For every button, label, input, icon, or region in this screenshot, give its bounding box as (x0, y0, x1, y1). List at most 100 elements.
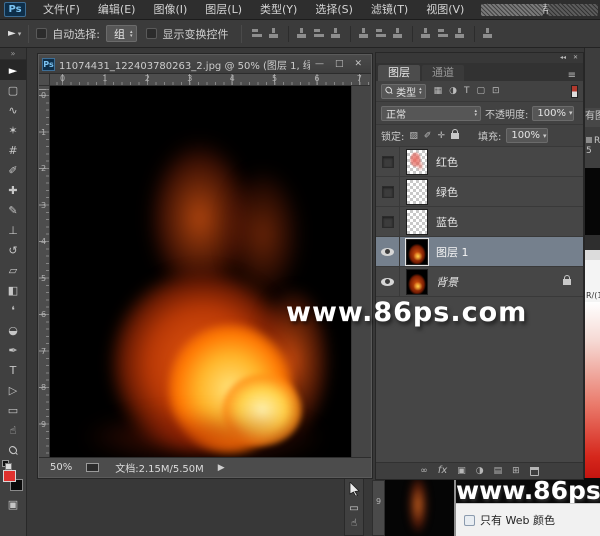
minimize-button[interactable]: — (310, 59, 329, 69)
distribute-bottom-edges-icon[interactable] (419, 27, 434, 40)
move-tool[interactable]: ► (0, 60, 26, 80)
layer-visibility-toggle[interactable] (376, 177, 400, 206)
lasso-tool[interactable]: ∿ (0, 100, 26, 120)
opacity-dropdown[interactable]: 100% ▾ (532, 106, 574, 121)
layer-thumbnail[interactable] (406, 149, 428, 175)
delete-layer-icon[interactable] (530, 467, 539, 476)
layer-thumbnail[interactable] (406, 269, 428, 295)
distribute-horizontal-centers-icon[interactable] (453, 27, 468, 40)
menu-item-layer[interactable]: 图层(L) (196, 0, 251, 20)
layer-row-blue[interactable]: 蓝色 (376, 207, 583, 237)
brush-tool[interactable]: ✎ (0, 200, 26, 220)
layer-name: 图层 1 (436, 244, 469, 260)
rectangular-marquee-tool[interactable]: ▢ (0, 80, 26, 100)
tab-layers[interactable]: 图层 (378, 65, 420, 81)
shape-tool[interactable]: ▭ (0, 400, 26, 420)
maximize-button[interactable]: □ (330, 59, 349, 69)
healing-brush-tool[interactable]: ✚ (0, 180, 26, 200)
document-titlebar[interactable]: Ps 11074431_122403780263_2.jpg @ 50% (图层… (39, 55, 371, 74)
filter-type-layers-icon[interactable]: T (464, 86, 470, 96)
panel-menu-icon[interactable]: ≡ (568, 70, 583, 81)
align-vertical-centers-icon[interactable] (329, 27, 344, 40)
menu-item-select[interactable]: 选择(S) (306, 0, 362, 20)
layer-row-red[interactable]: 红色 (376, 147, 583, 177)
hand-tool[interactable]: ☝ (0, 420, 26, 440)
align-left-edges-icon[interactable] (250, 27, 265, 40)
layer-row-green[interactable]: 绿色 (376, 177, 583, 207)
collapse-panel-icon[interactable]: ◂◂ (560, 55, 566, 61)
zoom-tool[interactable]: Ϙ (0, 440, 26, 460)
layer-row-layer-1[interactable]: 图层 1 (376, 237, 583, 267)
adjustment-layer-icon[interactable]: ◑ (476, 466, 484, 476)
auto-select-dropdown[interactable]: 组 ▴▾ (106, 25, 138, 42)
new-layer-icon[interactable]: ⊞ (512, 466, 520, 476)
filter-shape-layers-icon[interactable]: ▢ (476, 86, 485, 96)
document-title: 11074431_122403780263_2.jpg @ 50% (图层 1,… (59, 57, 310, 72)
crop-tool[interactable]: # (0, 140, 26, 160)
menu-item-filter[interactable]: 滤镜(T) (362, 0, 417, 20)
align-horizontal-centers-icon[interactable] (267, 27, 282, 40)
auto-select-checkbox[interactable] (36, 28, 47, 39)
eyedropper-tool[interactable]: ✐ (0, 160, 26, 180)
lock-transparent-pixels-icon[interactable]: ▨ (409, 131, 418, 141)
align-bottom-edges-icon[interactable] (357, 27, 372, 40)
layer-filtering-toggle[interactable] (571, 85, 578, 98)
menu-item-view[interactable]: 视图(V) (417, 0, 473, 20)
new-group-icon[interactable]: ▤ (494, 466, 503, 476)
align-top-edges-icon[interactable] (312, 27, 327, 40)
lock-image-pixels-icon[interactable]: ✐ (424, 131, 432, 141)
close-panel-icon[interactable]: ✕ (573, 55, 578, 61)
menu-item-type[interactable]: 类型(Y) (251, 0, 306, 20)
layer-visibility-toggle[interactable] (376, 237, 400, 266)
collapse-toolbar-button[interactable]: » (0, 48, 26, 60)
pen-tool[interactable]: ✒ (0, 340, 26, 360)
align-right-edges-icon[interactable] (295, 27, 310, 40)
distribute-vertical-centers-icon[interactable] (391, 27, 406, 40)
eraser-tool[interactable]: ▱ (0, 260, 26, 280)
layer-visibility-toggle[interactable] (376, 147, 400, 176)
lock-position-icon[interactable]: ✛ (437, 131, 445, 141)
layer-row-background[interactable]: 背景 (376, 267, 583, 297)
dodge-tool[interactable]: ◒ (0, 320, 26, 340)
fill-dropdown[interactable]: 100% ▾ (506, 128, 548, 143)
path-selection-tool[interactable]: ▷ (0, 380, 26, 400)
document-canvas[interactable] (50, 86, 353, 459)
layer-style-icon[interactable]: fx (438, 466, 447, 476)
lock-all-icon[interactable] (451, 133, 459, 139)
tools-column: ►▢∿✶#✐✚✎⊥↺▱◧❛◒✒T▷▭☝Ϙ (0, 60, 26, 460)
menu-item-file[interactable]: 文件(F) (34, 0, 89, 20)
add-layer-mask-icon[interactable]: ▣ (457, 466, 466, 476)
filter-adjustment-layers-icon[interactable]: ◑ (449, 86, 457, 96)
quick-selection-tool[interactable]: ✶ (0, 120, 26, 140)
show-transform-checkbox[interactable] (146, 28, 157, 39)
history-brush-tool[interactable]: ↺ (0, 240, 26, 260)
status-menu-arrow[interactable]: ▶ (218, 463, 225, 473)
blend-mode-dropdown[interactable]: 正常 ▴▾ (381, 106, 481, 121)
clone-stamp-tool[interactable]: ⊥ (0, 220, 26, 240)
blur-tool[interactable]: ❛ (0, 300, 26, 320)
close-button[interactable]: ✕ (349, 59, 367, 69)
move-tool-preset-icon[interactable]: ►▾ (8, 28, 21, 39)
menu-item-edit[interactable]: 编辑(E) (89, 0, 145, 20)
screen-mode-icon[interactable]: ▣ (0, 494, 26, 514)
tab-channels[interactable]: 通道 (422, 65, 464, 81)
zoom-level-input[interactable]: 50% (50, 462, 72, 473)
layer-thumbnail[interactable] (406, 179, 428, 205)
distribute-left-edges-icon[interactable] (436, 27, 451, 40)
layer-visibility-toggle[interactable] (376, 267, 400, 296)
type-tool[interactable]: T (0, 360, 26, 380)
filter-kind-dropdown[interactable]: Ϙ 类型 ▴▾ (381, 84, 426, 99)
filter-pixel-layers-icon[interactable]: ▦ (434, 86, 443, 96)
gradient-tool[interactable]: ◧ (0, 280, 26, 300)
filter-smart-objects-icon[interactable]: ⊡ (492, 86, 500, 96)
layer-thumbnail[interactable] (406, 239, 428, 265)
menu-item-image[interactable]: 图像(I) (144, 0, 196, 20)
web-colors-checkbox[interactable] (464, 515, 475, 526)
layer-visibility-toggle[interactable] (376, 207, 400, 236)
auto-align-layers-icon[interactable] (481, 27, 496, 40)
default-colors-icon[interactable] (2, 460, 9, 467)
foreground-color-swatch[interactable] (3, 470, 16, 482)
distribute-top-edges-icon[interactable] (374, 27, 389, 40)
link-layers-icon[interactable]: ∞ (420, 466, 428, 476)
layer-thumbnail[interactable] (406, 209, 428, 235)
